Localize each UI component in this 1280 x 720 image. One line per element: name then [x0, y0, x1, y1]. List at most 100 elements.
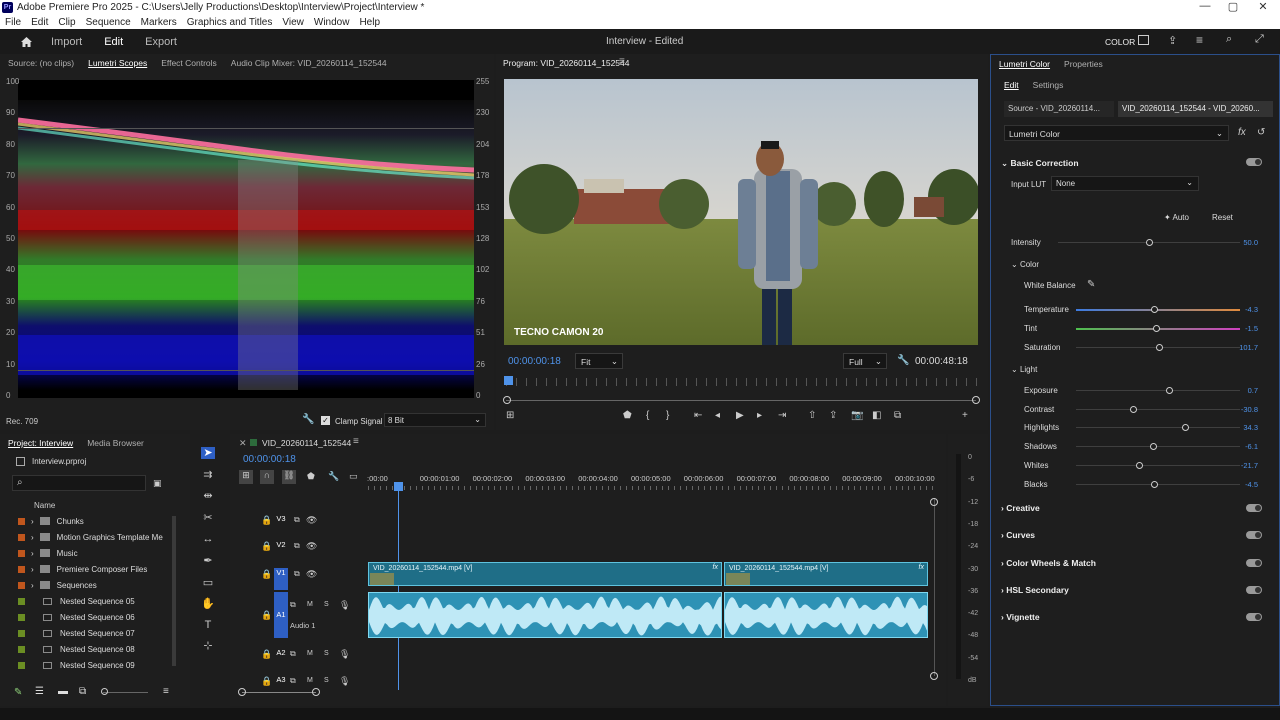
microphone-icon[interactable]: 🎙	[339, 600, 350, 611]
panel-menu-icon[interactable]: ≡	[353, 436, 359, 447]
comparison-view-icon[interactable]: ◧	[872, 410, 881, 421]
eye-icon[interactable]: 👁	[306, 569, 317, 580]
track-target-a1[interactable]: A1	[274, 592, 288, 638]
selection-tool-icon[interactable]: ➤	[201, 447, 215, 459]
source-clip-tab[interactable]: Source - VID_20260114...	[1004, 101, 1114, 117]
tint-value[interactable]: -1.5	[1218, 324, 1258, 333]
microphone-icon[interactable]: 🎙	[339, 649, 350, 660]
vscroll-handle[interactable]	[930, 498, 938, 506]
project-item[interactable]: Nested Sequence 07	[0, 625, 170, 641]
menu-markers[interactable]: Markers	[136, 17, 182, 28]
highlights-value[interactable]: 34.3	[1218, 423, 1258, 432]
section-toggle[interactable]	[1246, 558, 1262, 567]
basic-correction-toggle[interactable]	[1246, 158, 1262, 166]
project-item[interactable]: › Sequences	[0, 577, 170, 593]
section-vignette[interactable]: › Vignette	[1001, 612, 1040, 622]
maximize-button[interactable]: ▢	[1218, 0, 1248, 13]
eye-icon[interactable]: 👁	[306, 541, 317, 552]
snap-icon[interactable]: ∩	[260, 470, 274, 484]
project-item[interactable]: › Motion Graphics Template Me	[0, 529, 170, 545]
auto-button[interactable]: ✦ Auto	[1160, 210, 1200, 226]
lock-icon[interactable]: 🔒	[261, 569, 272, 580]
light-group-header[interactable]: ⌄ Light	[1011, 365, 1037, 374]
eye-icon[interactable]: 👁	[306, 515, 317, 526]
project-search-input[interactable]: ⌕	[12, 475, 146, 491]
add-button-icon[interactable]: +	[962, 410, 968, 421]
extract-icon[interactable]: ⇪	[829, 410, 837, 421]
shadows-slider-handle[interactable]	[1149, 443, 1157, 450]
step-back-icon[interactable]: ◂	[715, 410, 720, 421]
bit-depth-dropdown[interactable]: 8 Bit ⌄	[384, 413, 486, 427]
mute-button[interactable]: M	[307, 601, 313, 608]
sync-lock-icon[interactable]: ⧉	[290, 600, 296, 610]
contrast-slider-handle[interactable]	[1129, 406, 1137, 413]
menu-file[interactable]: File	[0, 17, 26, 28]
zoom-handle-right[interactable]	[972, 396, 980, 404]
sync-lock-icon[interactable]: ⧉	[294, 541, 300, 551]
section-toggle[interactable]	[1246, 613, 1262, 622]
blacks-value[interactable]: -4.5	[1218, 480, 1258, 489]
razor-tool-icon[interactable]: ✂	[201, 512, 215, 524]
tab-project[interactable]: Project: Interview	[8, 438, 73, 448]
add-marker-icon[interactable]: ⬟	[623, 410, 632, 421]
section-creative[interactable]: › Creative	[1001, 503, 1040, 513]
menu-window[interactable]: Window	[309, 17, 355, 28]
share-icon[interactable]: ⇪	[1168, 34, 1177, 47]
icon-view-icon[interactable]: ▬	[58, 686, 68, 697]
section-curves[interactable]: › Curves	[1001, 530, 1035, 540]
linked-selection-icon[interactable]: ⛓	[282, 470, 296, 484]
wrench-icon[interactable]: 🔧	[302, 414, 314, 425]
shadows-slider-track[interactable]	[1076, 446, 1240, 447]
workspace-color-label[interactable]: COLOR	[1105, 37, 1135, 47]
solo-button[interactable]: S	[324, 650, 329, 657]
effect-dropdown[interactable]: Lumetri Color ⌄	[1004, 125, 1229, 141]
timeline-settings-icon[interactable]: 🔧	[328, 471, 339, 482]
step-forward-icon[interactable]: ▸	[757, 410, 762, 421]
minimize-button[interactable]: —	[1190, 0, 1220, 12]
tab-audio-mixer[interactable]: Audio Clip Mixer: VID_20260114_152544	[231, 58, 387, 68]
tab-lumetri-color[interactable]: Lumetri Color	[999, 59, 1050, 69]
proxy-toggle-icon[interactable]: ⧉	[894, 410, 901, 421]
zoom-fit-dropdown[interactable]: Fit ⌄	[575, 353, 623, 369]
microphone-icon[interactable]: 🎙	[339, 676, 350, 687]
sync-lock-icon[interactable]: ⧉	[290, 649, 296, 659]
name-column-header[interactable]: Name	[34, 501, 55, 510]
whites-value[interactable]: -21.7	[1218, 461, 1258, 470]
tint-slider-handle[interactable]	[1152, 325, 1160, 332]
freeform-view-icon[interactable]: ⧉	[79, 686, 86, 697]
tab-lumetri-scopes[interactable]: Lumetri Scopes	[88, 58, 147, 68]
section-toggle[interactable]	[1246, 531, 1262, 540]
play-icon[interactable]: ▶	[736, 410, 744, 421]
intensity-slider-handle[interactable]	[1145, 239, 1153, 246]
menu-clip[interactable]: Clip	[53, 17, 80, 28]
project-item[interactable]: Nested Sequence 09	[0, 657, 170, 673]
temperature-value[interactable]: -4.3	[1218, 305, 1258, 314]
reset-effect-icon[interactable]: ↺	[1257, 127, 1265, 138]
reset-button[interactable]: Reset	[1208, 210, 1240, 226]
zoom-slider-handle[interactable]	[101, 688, 108, 695]
exposure-value[interactable]: 0.7	[1218, 386, 1258, 395]
tab-effect-controls[interactable]: Effect Controls	[161, 58, 217, 68]
contrast-value[interactable]: -30.8	[1218, 405, 1258, 414]
mute-button[interactable]: M	[307, 677, 313, 684]
zoom-handle-left[interactable]	[503, 396, 511, 404]
panel-menu-icon[interactable]: ≡	[619, 56, 625, 67]
mark-out-icon[interactable]: }	[666, 410, 669, 421]
tab-settings[interactable]: Settings	[1033, 80, 1064, 90]
fullscreen-icon[interactable]: ⤢	[1255, 33, 1264, 46]
go-to-in-icon[interactable]: ⇤	[694, 410, 702, 421]
slip-tool-icon[interactable]: ↔	[201, 533, 215, 545]
eyedropper-icon[interactable]: ✎	[1087, 279, 1095, 290]
audio-clip-1[interactable]	[368, 592, 722, 638]
search-icon[interactable]: ⌕	[1226, 33, 1232, 46]
highlights-slider-track[interactable]	[1076, 427, 1240, 428]
rectangle-tool-icon[interactable]: ▭	[201, 577, 215, 589]
intensity-value[interactable]: 50.0	[1218, 238, 1258, 247]
mark-in-icon[interactable]: {	[646, 410, 649, 421]
clamp-signal-checkbox[interactable]: ✓	[321, 416, 330, 425]
program-playhead[interactable]	[504, 376, 513, 385]
go-to-out-icon[interactable]: ⇥	[778, 410, 786, 421]
settings-wrench-icon[interactable]: 🔧	[897, 355, 909, 366]
quick-export-icon[interactable]: ≡	[1196, 33, 1203, 47]
playback-quality-dropdown[interactable]: Full ⌄	[843, 353, 887, 369]
